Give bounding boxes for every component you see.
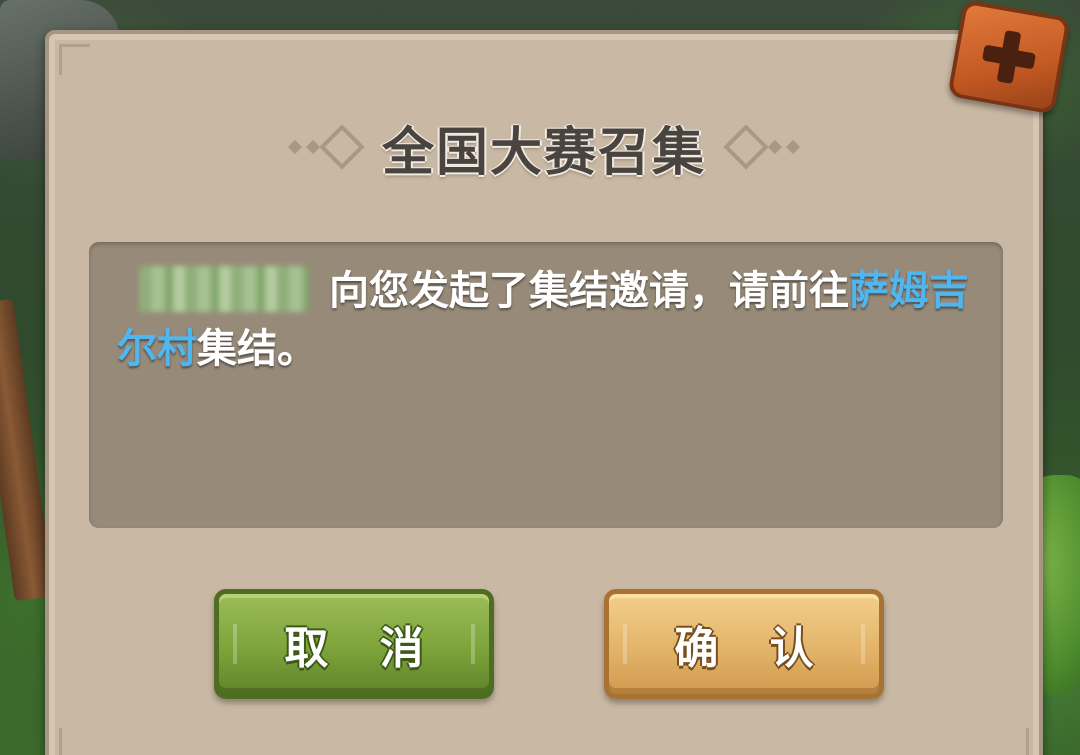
confirm-button-label: 确 认 (674, 623, 832, 674)
confirm-button[interactable]: 确 认 (604, 589, 884, 699)
cancel-button[interactable]: 取 消 (214, 589, 494, 699)
corner-ornament (59, 728, 90, 755)
dialog-header: 全国大赛召集 (49, 112, 1039, 183)
title-ornament-right (723, 124, 801, 170)
corner-ornament (998, 728, 1029, 755)
message-box: 向您发起了集结邀请，请前往萨姆吉尔村集结。 (89, 242, 1003, 528)
blurred-player-name (139, 266, 309, 312)
close-button[interactable] (947, 0, 1071, 115)
corner-ornament (59, 44, 90, 75)
dialog-title: 全国大赛召集 (381, 122, 706, 183)
message-text: 向您发起了集结邀请，请前往萨姆吉尔村集结。 (117, 262, 975, 378)
game-scene-background: 全国大赛召集 向您发起了集结邀请，请前往萨姆吉尔村集结。 取 消 确 认 (0, 0, 1080, 755)
message-suffix: 集结。 (197, 326, 317, 372)
title-ornament-left (287, 124, 365, 170)
message-prefix: 向您发起了集结邀请，请前往 (329, 268, 849, 314)
rally-invite-dialog: 全国大赛召集 向您发起了集结邀请，请前往萨姆吉尔村集结。 取 消 确 认 (45, 30, 1043, 755)
cancel-button-label: 取 消 (284, 623, 442, 674)
close-icon (978, 26, 1041, 89)
